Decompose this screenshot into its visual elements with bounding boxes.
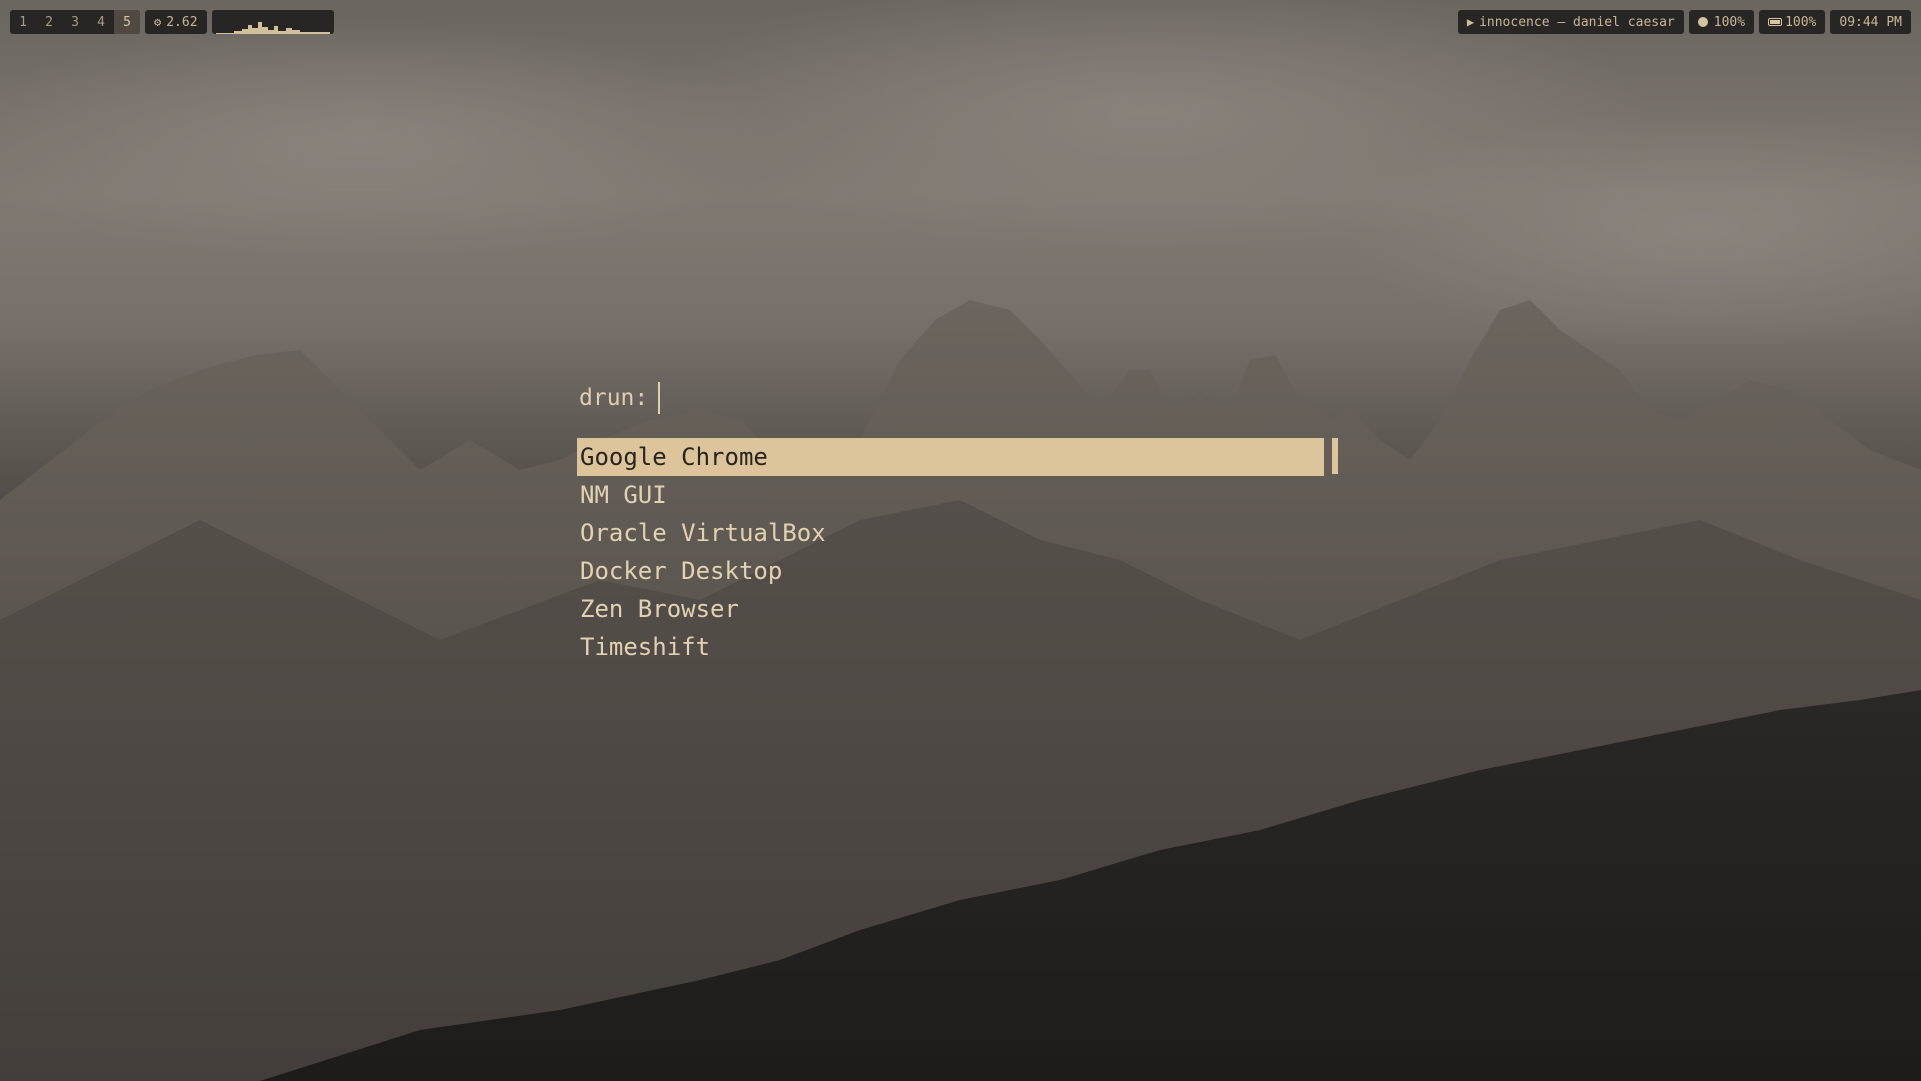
launcher-item-timeshift[interactable]: Timeshift — [577, 628, 1324, 666]
workspace-5-button[interactable]: 5 — [114, 10, 140, 34]
dot-icon — [1697, 17, 1708, 27]
launcher-results: Google Chrome NM GUI Oracle VirtualBox D… — [577, 438, 1338, 666]
launcher-item-google-chrome[interactable]: Google Chrome — [577, 438, 1324, 476]
gear-icon: ⚙ — [154, 15, 162, 29]
clock-widget: 09:44 PM — [1830, 10, 1911, 34]
volume-widget[interactable]: 100% — [1688, 10, 1755, 34]
workspace-switcher: 1 2 3 4 5 — [10, 10, 140, 34]
cpu-load-value: 2.62 — [166, 14, 198, 30]
workspace-1-button[interactable]: 1 — [10, 10, 36, 34]
top-bar-right: ▶ innocence — daniel caesar 100% 100% 09… — [1457, 10, 1911, 34]
top-bar-left: 1 2 3 4 5 ⚙ 2.62 — [10, 10, 334, 34]
launcher-item-nm-gui[interactable]: NM GUI — [577, 476, 1324, 514]
prompt-label: drun: — [579, 385, 649, 411]
media-widget[interactable]: ▶ innocence — daniel caesar — [1457, 10, 1684, 34]
workspace-2-button[interactable]: 2 — [36, 10, 62, 34]
launcher-scrollbar[interactable] — [1332, 438, 1338, 474]
play-icon: ▶ — [1466, 15, 1475, 29]
text-caret — [658, 382, 661, 414]
launcher-item-zen-browser[interactable]: Zen Browser — [577, 590, 1324, 628]
battery-icon — [1768, 18, 1783, 26]
clock-time: 09:44 PM — [1839, 14, 1902, 30]
cpu-graph-bars — [215, 22, 330, 34]
media-title: innocence — daniel caesar — [1479, 14, 1675, 30]
launcher-prompt: drun: — [577, 380, 1337, 416]
cpu-load-widget: ⚙ 2.62 — [145, 10, 207, 34]
desktop: 1 2 3 4 5 ⚙ 2.62 ▶ innocence — daniel ca… — [0, 0, 1921, 1081]
volume-value: 100% — [1713, 14, 1746, 30]
app-launcher: drun: Google Chrome NM GUI Oracle Virtua… — [577, 380, 1338, 666]
battery-widget: 100% — [1759, 10, 1826, 34]
battery-value: 100% — [1785, 14, 1817, 30]
workspace-3-button[interactable]: 3 — [62, 10, 88, 34]
cpu-usage-graph — [211, 10, 334, 34]
launcher-item-oracle-virtualbox[interactable]: Oracle VirtualBox — [577, 514, 1324, 552]
launcher-item-docker-desktop[interactable]: Docker Desktop — [577, 552, 1324, 590]
workspace-4-button[interactable]: 4 — [88, 10, 114, 34]
